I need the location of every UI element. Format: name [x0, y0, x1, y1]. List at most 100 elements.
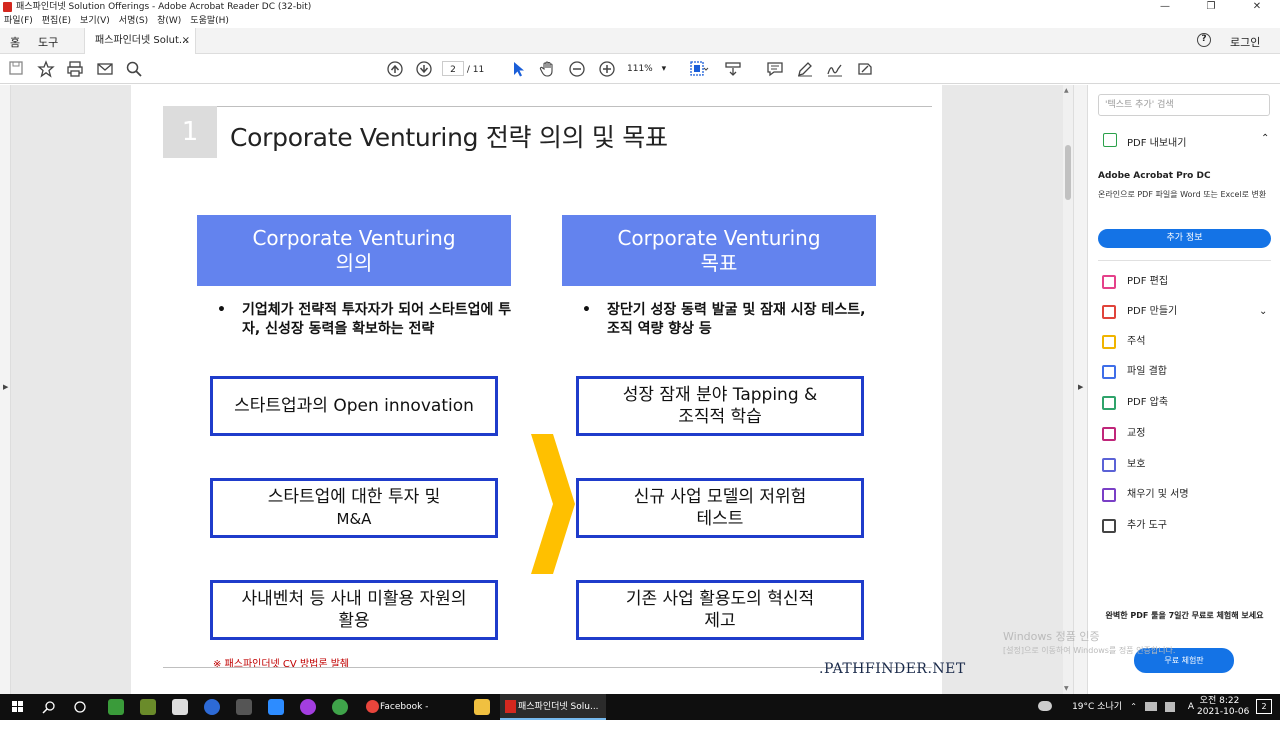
zoom-in-icon[interactable] — [598, 60, 616, 78]
right-box-1-text2: 조직적 학습 — [678, 407, 762, 427]
trial-promo-text: 완벽한 PDF 툴을 7일간 무료로 체험해 보세요 — [1105, 611, 1264, 620]
tool-item-redact[interactable]: 교정 — [1102, 424, 1272, 444]
tools-search-input[interactable]: '텍스트 추가' 검색 — [1098, 94, 1270, 116]
next-page-icon[interactable] — [415, 60, 433, 78]
tool-item-comment[interactable]: 주석 — [1102, 332, 1272, 352]
menu-view[interactable]: 보기(V) — [80, 14, 110, 28]
left-header-line1: Corporate Venturing — [252, 226, 456, 250]
right-pane-toggle[interactable]: ▶ — [1073, 85, 1087, 694]
zoom-level-select[interactable]: 111% ▾ — [627, 61, 677, 77]
tool-item-create-pdf[interactable]: PDF 만들기 ⌄ — [1102, 302, 1272, 322]
right-box-3-text2: 제고 — [704, 611, 736, 631]
right-header-line1: Corporate Venturing — [617, 226, 821, 250]
clock-time: 오전 8:22 — [1199, 696, 1240, 706]
export-pdf-icon — [1103, 133, 1117, 147]
zoom-app-icon[interactable] — [268, 699, 284, 715]
scroll-down-icon[interactable]: ▼ — [1064, 685, 1069, 692]
right-box-2-text2: 테스트 — [696, 509, 744, 529]
file-explorer-icon[interactable] — [474, 699, 490, 715]
select-cursor-icon[interactable] — [509, 60, 527, 78]
search-icon[interactable] — [125, 60, 143, 78]
highlight-pen-icon[interactable] — [796, 60, 814, 78]
combine-files-icon — [1102, 365, 1116, 379]
taskbar-app-label: 패스파인더넷 Solu... — [518, 702, 599, 712]
export-pdf-label: PDF 내보내기 — [1127, 138, 1187, 149]
left-bullet-text: 기업체가 전략적 투자자가 되어 스타트업에 투자, 신성장 동력을 확보하는 … — [242, 302, 512, 337]
minimize-button[interactable]: — — [1142, 0, 1188, 14]
more-info-button[interactable]: 추가 정보 — [1098, 229, 1271, 248]
free-trial-button[interactable]: 무료 체험판 — [1134, 648, 1234, 673]
menu-sign[interactable]: 서명(S) — [119, 14, 148, 28]
compress-pdf-icon — [1102, 396, 1116, 410]
tool-item-protect[interactable]: 보호 — [1102, 455, 1272, 475]
main-toolbar: 2 / 11 111% ▾ — [0, 55, 1280, 84]
taskbar-chrome-facebook[interactable]: Facebook - Chrome — [362, 694, 462, 738]
task-view-icon[interactable] — [73, 700, 87, 714]
tab-document[interactable]: 패스파인더넷 Solut... × — [84, 28, 196, 54]
taskbar-app-icon[interactable] — [108, 699, 124, 715]
tool-item-label: 채우기 및 서명 — [1127, 489, 1189, 500]
right-box-1: 성장 잠재 분야 Tapping & 조직적 학습 — [576, 376, 864, 436]
draw-signature-icon[interactable] — [826, 60, 844, 78]
tool-item-label: 보호 — [1127, 459, 1146, 470]
tool-item-combine-files[interactable]: 파일 결합 — [1102, 362, 1272, 382]
zoom-level-value: 111% — [627, 64, 653, 74]
help-icon[interactable]: ? — [1197, 33, 1211, 47]
fit-page-icon[interactable] — [689, 60, 709, 78]
taskbar-search-icon[interactable] — [42, 700, 56, 714]
tool-item-fill-sign[interactable]: 채우기 및 서명 — [1102, 485, 1272, 505]
volume-icon[interactable] — [1165, 702, 1175, 712]
comment-icon[interactable] — [766, 60, 784, 78]
menu-bar: 파일(F) 편집(E) 보기(V) 서명(S) 창(W) 도움말(H) — [0, 14, 1280, 28]
taskbar-app-icon[interactable] — [236, 699, 252, 715]
tool-item-more-tools[interactable]: 추가 도구 — [1102, 516, 1272, 536]
vertical-scrollbar[interactable]: ▲ ▼ — [1063, 85, 1073, 694]
save-icon[interactable] — [7, 60, 25, 78]
taskbar-app-icon[interactable] — [332, 699, 348, 715]
taskbar-app-icon[interactable] — [172, 699, 188, 715]
email-icon[interactable] — [96, 60, 114, 78]
print-icon[interactable] — [66, 60, 84, 78]
expand-left-pane-icon[interactable]: ▶ — [3, 383, 8, 391]
login-button[interactable]: 로그인 — [1230, 34, 1260, 50]
messenger-icon[interactable] — [300, 699, 316, 715]
clock[interactable]: 오전 8:22 2021-10-06 — [1197, 696, 1249, 718]
menu-edit[interactable]: 편집(E) — [42, 14, 71, 28]
previous-page-icon[interactable] — [386, 60, 404, 78]
scrollbar-thumb[interactable] — [1065, 145, 1071, 200]
page-total: / 11 — [466, 65, 485, 75]
taskbar-acrobat[interactable]: 패스파인더넷 Solu... — [500, 694, 606, 720]
weather-text[interactable]: 19°C 소나기 — [1072, 694, 1122, 720]
windows-start-icon[interactable] — [12, 701, 24, 713]
menu-window[interactable]: 창(W) — [157, 14, 181, 28]
fill-sign-icon[interactable] — [856, 60, 874, 78]
scroll-up-icon[interactable]: ▲ — [1064, 87, 1069, 94]
close-tab-icon[interactable]: × — [182, 28, 190, 54]
tab-tools[interactable]: 도구 — [38, 34, 58, 50]
close-window-button[interactable]: ✕ — [1234, 0, 1280, 14]
tool-item-edit-pdf[interactable]: PDF 편집 — [1102, 272, 1272, 292]
input-method-icon[interactable]: A — [1188, 694, 1194, 720]
taskbar-app-icon[interactable] — [140, 699, 156, 715]
page-number-input[interactable]: 2 — [442, 61, 464, 76]
slide-title: Corporate Venturing 전략 의의 및 목표 — [230, 123, 668, 152]
scroll-mode-icon[interactable] — [724, 60, 742, 78]
tab-home[interactable]: 홈 — [10, 34, 20, 50]
network-icon[interactable] — [1145, 702, 1157, 711]
bookmark-star-icon[interactable] — [37, 60, 55, 78]
maximize-button[interactable]: ❐ — [1188, 0, 1234, 14]
tool-item-compress-pdf[interactable]: PDF 압축 — [1102, 393, 1272, 413]
zoom-out-icon[interactable] — [568, 60, 586, 78]
left-nav-pane[interactable]: ▶ — [0, 85, 11, 694]
document-canvas[interactable]: 1 Corporate Venturing 전략 의의 및 목표 Corpora… — [11, 85, 1063, 694]
menu-help[interactable]: 도움말(H) — [190, 14, 229, 28]
taskbar-app-icon[interactable] — [204, 699, 220, 715]
menu-file[interactable]: 파일(F) — [4, 14, 33, 28]
collapse-right-pane-icon[interactable]: ▶ — [1078, 383, 1083, 391]
chevron-up-icon[interactable]: ⌃ — [1130, 694, 1137, 720]
chevron-up-icon[interactable]: ⌃ — [1261, 133, 1269, 144]
notification-center-icon[interactable]: 2 — [1256, 699, 1272, 714]
chevron-down-icon[interactable]: ⌄ — [1259, 303, 1267, 321]
hand-tool-icon[interactable] — [539, 60, 557, 78]
right-box-3: 기존 사업 활용도의 혁신적 제고 — [576, 580, 864, 640]
